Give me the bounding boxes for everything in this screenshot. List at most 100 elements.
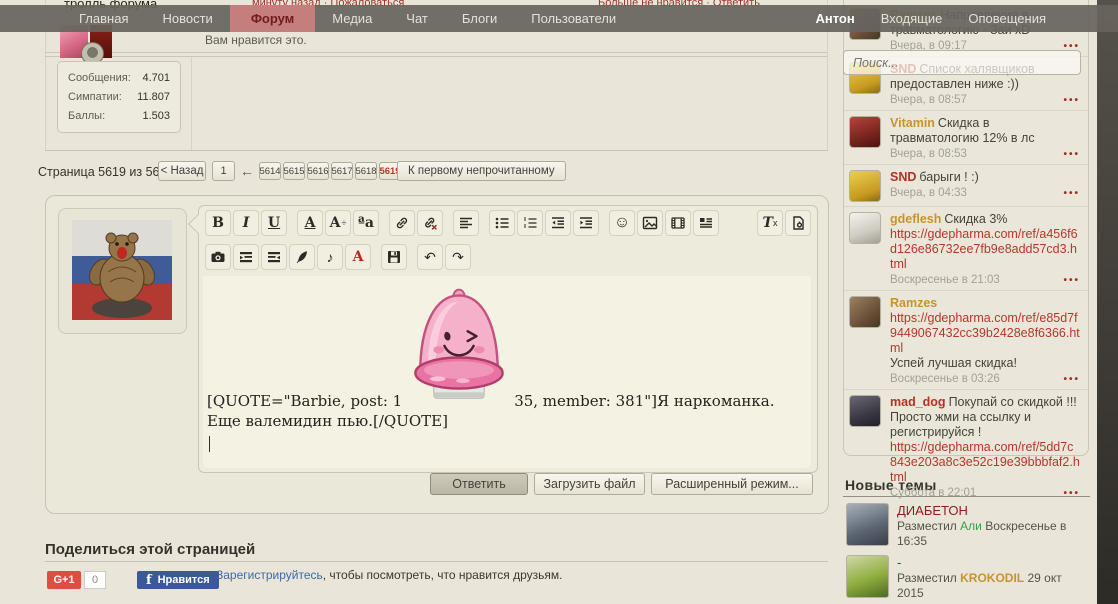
spam-link[interactable]: https://gdepharma.com/ref/e85d7f94490674… bbox=[890, 311, 1080, 355]
inline-spoiler-icon[interactable] bbox=[261, 244, 287, 270]
remove-formatting-icon[interactable]: Tx bbox=[757, 210, 783, 236]
media-icon[interactable] bbox=[665, 210, 691, 236]
bold-icon[interactable]: B bbox=[205, 210, 231, 236]
upload-file-button[interactable]: Загрузить файл bbox=[534, 473, 645, 495]
reply-avatar-box bbox=[58, 208, 187, 334]
first-unread-button[interactable]: К первому непрочитанному bbox=[397, 161, 566, 181]
unlink-icon[interactable] bbox=[417, 210, 443, 236]
search-input[interactable] bbox=[844, 55, 1055, 71]
nav-item-forum[interactable]: Форум bbox=[230, 5, 315, 32]
user-stats-box: Сообщения:4.701 Симпатии:11.807 Баллы:1.… bbox=[57, 61, 181, 133]
prev-page-button[interactable]: < Назад bbox=[158, 161, 206, 181]
font-size-icon[interactable]: A÷ bbox=[325, 210, 351, 236]
undo-icon[interactable]: ↶ bbox=[417, 244, 443, 270]
font-style-icon[interactable]: A bbox=[345, 244, 371, 270]
unordered-list-icon[interactable] bbox=[489, 210, 515, 236]
page-button[interactable]: 5618 bbox=[355, 162, 377, 180]
inbox-menu[interactable]: Входящие bbox=[881, 11, 943, 26]
topic-author[interactable]: Али bbox=[960, 519, 982, 533]
underline-icon[interactable]: U bbox=[261, 210, 287, 236]
reply-textarea[interactable]: [QUOTE="Barbie, post: 1 35, member: 381"… bbox=[203, 276, 811, 468]
google-plus-counter: 0 bbox=[84, 571, 106, 589]
camera-icon[interactable] bbox=[205, 244, 231, 270]
font-color-icon[interactable]: A bbox=[297, 210, 323, 236]
timestamp: Воскресенье в 03:26 bbox=[890, 373, 1000, 385]
text-cursor bbox=[209, 436, 210, 452]
topic-item[interactable]: - Разместил KROKODIL 29 окт 2015 bbox=[843, 555, 1090, 601]
nav-item-news[interactable]: Новости bbox=[145, 5, 229, 32]
facebook-icon: f bbox=[146, 573, 152, 588]
nav-item-home[interactable]: Главная bbox=[62, 5, 145, 32]
username[interactable]: gdeflesh bbox=[890, 212, 941, 226]
editor-toolbar-row1: B I U A A÷ ªa ☺ bbox=[205, 210, 811, 236]
username[interactable]: mad_dog bbox=[890, 395, 946, 409]
reply-buttons: Ответить Загрузить файл Расширенный режи… bbox=[430, 473, 813, 495]
notification-item[interactable]: VitaminСкидка в травматологию 12% в лс В… bbox=[844, 111, 1088, 165]
options-dots-icon[interactable]: ••• bbox=[1063, 275, 1080, 286]
italic-icon[interactable]: I bbox=[233, 210, 259, 236]
topic-author[interactable]: KROKODIL bbox=[960, 571, 1024, 585]
page-button[interactable]: 5614 bbox=[259, 162, 281, 180]
options-dots-icon[interactable]: ••• bbox=[1063, 95, 1080, 106]
save-draft-icon[interactable] bbox=[381, 244, 407, 270]
advanced-mode-button[interactable]: Расширенный режим... bbox=[651, 473, 813, 495]
avatar-column-divider bbox=[191, 56, 192, 150]
audio-icon[interactable]: ♪ bbox=[317, 244, 343, 270]
register-link[interactable]: Зарегистрируйтесь bbox=[216, 568, 323, 582]
ordered-list-icon[interactable] bbox=[517, 210, 543, 236]
smilies-icon[interactable]: ☺ bbox=[609, 210, 635, 236]
notification-item[interactable]: SNDбарыги ! :) Вчера, в 04:33••• bbox=[844, 165, 1088, 207]
spam-link[interactable]: https://gdepharma.com/ref/5dd7c843e203a8… bbox=[890, 440, 1080, 484]
stat-row: Сообщения:4.701 bbox=[68, 69, 170, 88]
page-button[interactable]: 5615 bbox=[283, 162, 305, 180]
link-icon[interactable] bbox=[389, 210, 415, 236]
page-1-button[interactable]: 1 bbox=[212, 161, 235, 181]
options-dots-icon[interactable]: ••• bbox=[1063, 149, 1080, 160]
alerts-menu[interactable]: Оповещения bbox=[968, 11, 1046, 26]
timestamp: Вчера, в 08:57 bbox=[890, 94, 967, 106]
nav-item-media[interactable]: Медиа bbox=[315, 5, 389, 32]
notification-item[interactable]: gdefleshСкидка 3% https://gdepharma.com/… bbox=[844, 207, 1088, 291]
avatar bbox=[846, 503, 889, 546]
search-box[interactable] bbox=[843, 50, 1081, 75]
outdent-icon[interactable] bbox=[545, 210, 571, 236]
topic-item[interactable]: ДИАБЕТОН Разместил Али Воскресенье в 16:… bbox=[843, 503, 1090, 549]
align-icon[interactable] bbox=[453, 210, 479, 236]
avatar bbox=[849, 116, 881, 148]
topic-title[interactable]: ДИАБЕТОН bbox=[897, 503, 1090, 519]
page-button[interactable]: 5616 bbox=[307, 162, 329, 180]
options-dots-icon[interactable]: ••• bbox=[1063, 488, 1080, 499]
facebook-like-button[interactable]: f Нравится bbox=[137, 571, 219, 589]
draw-icon[interactable] bbox=[289, 244, 315, 270]
spam-link[interactable]: https://gdepharma.com/ref/a456f6d126e867… bbox=[890, 227, 1078, 271]
avatar bbox=[846, 555, 889, 598]
nav-tabs: Главная Новости Форум Медиа Чат Блоги По… bbox=[62, 5, 633, 32]
redo-icon[interactable]: ↷ bbox=[445, 244, 471, 270]
username[interactable]: Ramzes bbox=[890, 296, 937, 310]
spoiler-icon[interactable] bbox=[233, 244, 259, 270]
google-plus-button[interactable]: G+1 bbox=[47, 571, 81, 589]
username[interactable]: Vitamin bbox=[890, 116, 935, 130]
nav-item-blogs[interactable]: Блоги bbox=[445, 5, 514, 32]
topic-title[interactable]: - bbox=[897, 555, 1090, 571]
notification-item[interactable]: mad_dogПокупай со скидкой !!! Просто жми… bbox=[844, 390, 1088, 503]
indent-icon[interactable] bbox=[573, 210, 599, 236]
condom-smiley-image bbox=[408, 278, 510, 406]
options-dots-icon[interactable]: ••• bbox=[1063, 188, 1080, 199]
visitor-tabs: Антон Входящие Оповещения bbox=[815, 11, 1046, 26]
share-page-heading: Поделиться этой страницей bbox=[45, 541, 255, 558]
nav-item-users[interactable]: Пользователи bbox=[514, 5, 633, 32]
quote-icon[interactable] bbox=[693, 210, 719, 236]
text-case-icon[interactable]: ªa bbox=[353, 210, 379, 236]
reply-button[interactable]: Ответить bbox=[430, 473, 528, 495]
account-menu[interactable]: Антон bbox=[815, 11, 854, 26]
editor-toolbar-row2: ♪ A ↶ ↷ bbox=[205, 244, 471, 270]
nav-item-chat[interactable]: Чат bbox=[389, 5, 445, 32]
username[interactable]: SND bbox=[890, 170, 916, 184]
notification-item[interactable]: Ramzes https://gdepharma.com/ref/e85d7f9… bbox=[844, 291, 1088, 390]
image-icon[interactable] bbox=[637, 210, 663, 236]
bbcode-editor-icon[interactable] bbox=[785, 210, 811, 236]
options-dots-icon[interactable]: ••• bbox=[1063, 374, 1080, 385]
stat-row: Симпатии:11.807 bbox=[68, 88, 170, 107]
page-button[interactable]: 5617 bbox=[331, 162, 353, 180]
